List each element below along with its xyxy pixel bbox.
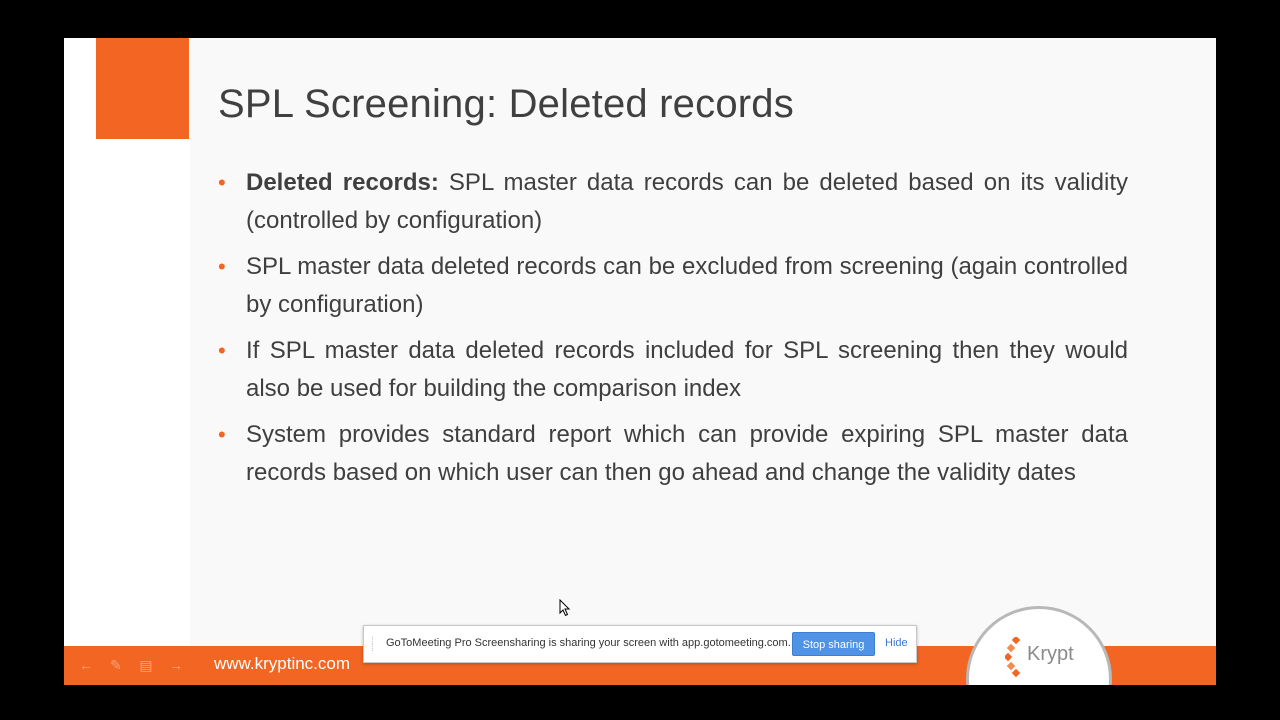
back-arrow-icon[interactable]: ←: [76, 656, 96, 674]
bullet-marker: •: [218, 170, 226, 195]
slideshow-controls: ← ✎ ▤ →: [76, 656, 186, 674]
bullet-item: • System provides standard report which …: [218, 416, 1128, 492]
drag-handle-icon[interactable]: ⁞ ⁞: [371, 637, 377, 654]
bullet-list: • Deleted records: SPL master data recor…: [218, 164, 1128, 500]
bullet-text: If SPL master data deleted records inclu…: [246, 337, 1128, 402]
hide-link[interactable]: Hide: [885, 637, 908, 649]
bullet-text: SPL master data deleted records can be e…: [246, 253, 1128, 318]
presentation-slide: SPL Screening: Deleted records • Deleted…: [64, 38, 1216, 685]
krypt-logo-mark-icon: [1005, 637, 1021, 677]
slide-title: SPL Screening: Deleted records: [218, 82, 794, 126]
bullet-text: System provides standard report which ca…: [246, 421, 1128, 486]
bullet-item: • Deleted records: SPL master data recor…: [218, 164, 1128, 240]
bullet-item: • SPL master data deleted records can be…: [218, 248, 1128, 324]
screensharing-message: GoToMeeting Pro Screensharing is sharing…: [386, 637, 791, 649]
footer-url: www.kryptinc.com: [214, 654, 351, 673]
screensharing-notification-bar: ⁞ ⁞ GoToMeeting Pro Screensharing is shar…: [363, 625, 917, 663]
pen-icon[interactable]: ✎: [106, 656, 126, 674]
krypt-logo-text: Krypt: [1027, 643, 1074, 665]
bullet-marker: •: [218, 338, 226, 363]
bullet-strong-text: Deleted records:: [246, 169, 439, 196]
krypt-logo: Krypt: [966, 606, 1112, 685]
accent-square: [96, 38, 189, 139]
slides-icon[interactable]: ▤: [136, 656, 156, 674]
bullet-marker: •: [218, 254, 226, 279]
bullet-item: • If SPL master data deleted records inc…: [218, 332, 1128, 408]
mouse-pointer-icon: [559, 599, 571, 617]
screen: SPL Screening: Deleted records • Deleted…: [0, 0, 1280, 720]
stop-sharing-button[interactable]: Stop sharing: [792, 632, 875, 656]
forward-arrow-icon[interactable]: →: [166, 656, 186, 674]
bullet-marker: •: [218, 422, 226, 447]
